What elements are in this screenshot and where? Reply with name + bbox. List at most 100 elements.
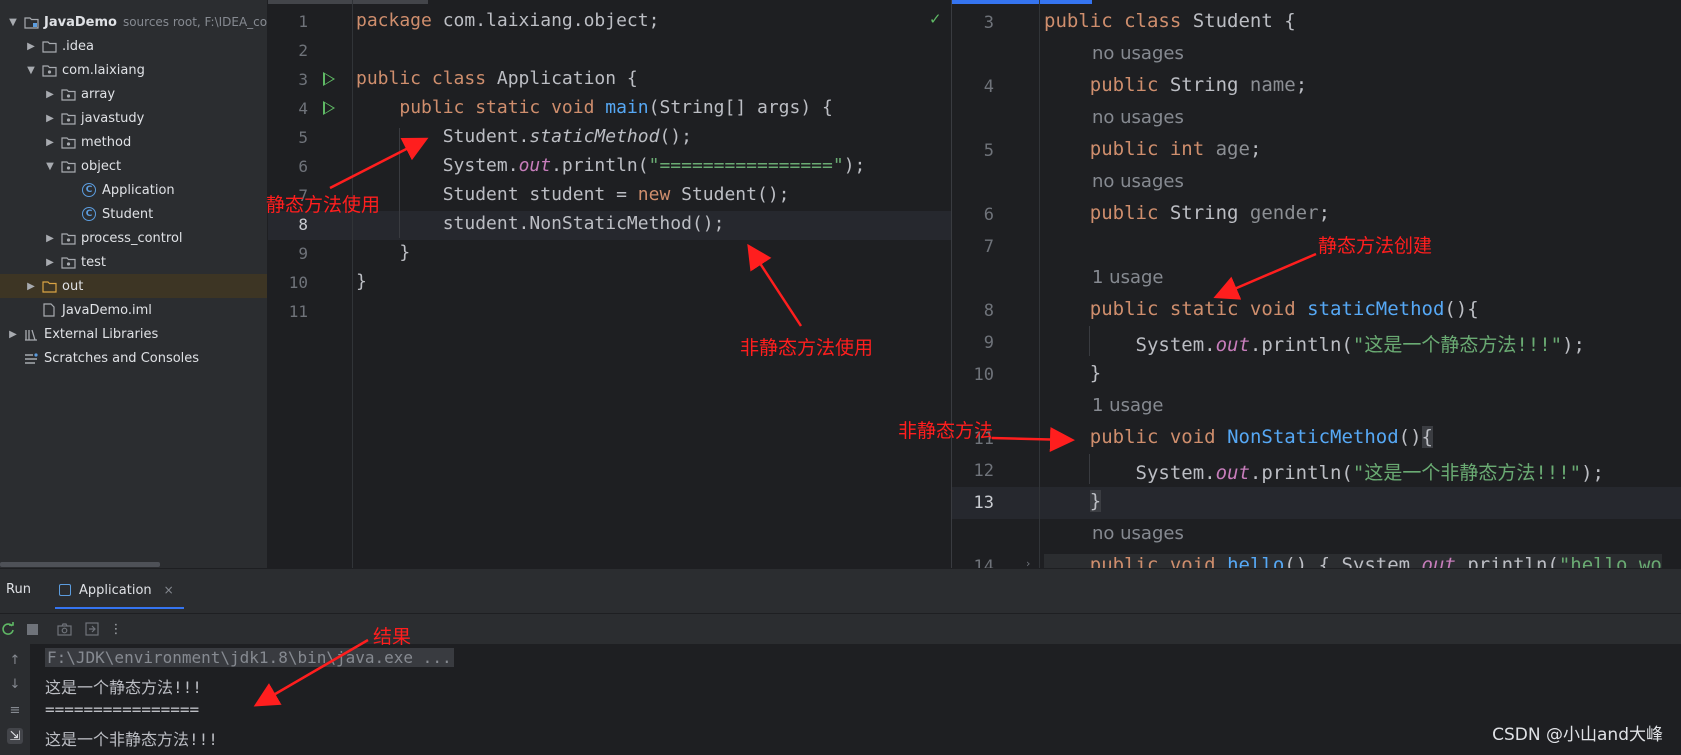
arrow-down-icon[interactable]: ↓ xyxy=(7,676,23,692)
file-icon xyxy=(41,302,57,318)
console-side-toolbar: ↑ ↓ ≡ ⇲ xyxy=(0,644,30,755)
annotation-static-use: 静态方法使用 xyxy=(266,194,381,216)
tree-item-idea[interactable]: ▶ .idea xyxy=(0,34,267,58)
console-line: ================ xyxy=(45,700,200,719)
usage-hint[interactable]: no usages xyxy=(1092,107,1184,128)
tree-item-student[interactable]: C Student xyxy=(0,202,267,226)
tree-item-process-control[interactable]: ▶ process_control xyxy=(0,226,267,250)
fold-chevron-icon[interactable]: › xyxy=(1026,557,1030,568)
folder-icon xyxy=(41,38,57,54)
restore-layout-icon[interactable] xyxy=(84,621,100,637)
gutter: 1 2 3 4 5 6 7 8 9 10 11 xyxy=(268,0,353,568)
line-number: 6 xyxy=(983,205,994,225)
tree-item-application[interactable]: C Application xyxy=(0,178,267,202)
tree-item-scratches[interactable]: Scratches and Consoles xyxy=(0,346,267,370)
editor-application[interactable]: 1 2 3 4 5 6 7 8 9 10 11 package com.laix… xyxy=(268,0,951,568)
code-line: System.out.println("这是一个非静态方法!!!"); xyxy=(1044,462,1604,484)
tree-item-hint: sources root, F:\IDEA_co xyxy=(122,15,268,29)
line-number: 10 xyxy=(288,273,308,292)
line-number: 9 xyxy=(983,333,994,353)
code-line: } xyxy=(1089,490,1102,512)
editor-tab-strip xyxy=(952,0,1681,6)
console-line: 这是一个静态方法!!! xyxy=(45,678,202,697)
tree-item-label: com.laixiang xyxy=(62,62,145,78)
rerun-icon[interactable] xyxy=(0,621,16,637)
line-number: 12 xyxy=(973,461,994,481)
code-line: System.out.println("================"); xyxy=(356,155,866,176)
code-line: public static void staticMethod(){ xyxy=(1089,298,1479,320)
close-icon[interactable]: × xyxy=(164,583,174,597)
chevron-right-icon[interactable]: ▶ xyxy=(43,135,57,149)
arrow-up-icon[interactable]: ↑ xyxy=(7,652,23,668)
application-config-icon xyxy=(59,584,71,596)
chevron-right-icon[interactable]: ▶ xyxy=(24,279,38,293)
run-class-icon[interactable] xyxy=(323,72,335,86)
tree-item-javademo-iml[interactable]: JavaDemo.iml xyxy=(0,298,267,322)
soft-wrap-icon[interactable]: ≡ xyxy=(7,702,23,718)
line-number: 6 xyxy=(298,157,308,176)
console-command-line[interactable]: F:\JDK\environment\jdk1.8\bin\java.exe .… xyxy=(45,648,454,667)
chevron-right-icon[interactable]: ▶ xyxy=(43,111,57,125)
chevron-right-icon[interactable]: ▶ xyxy=(6,327,20,341)
chevron-right-icon[interactable]: ▶ xyxy=(43,231,57,245)
line-number: 1 xyxy=(298,12,308,31)
tree-item-javastudy[interactable]: ▶ javastudy xyxy=(0,106,267,130)
camera-icon[interactable] xyxy=(56,621,72,637)
checkmark-icon[interactable]: ✓ xyxy=(929,10,942,28)
chevron-right-icon[interactable]: ▶ xyxy=(24,39,38,53)
package-icon xyxy=(60,134,76,150)
horizontal-scrollbar[interactable] xyxy=(0,562,160,567)
scroll-to-end-icon[interactable]: ⇲ xyxy=(7,728,23,744)
tree-item-com-laixiang[interactable]: ▼ com.laixiang xyxy=(0,58,267,82)
stop-icon[interactable] xyxy=(24,621,40,637)
chevron-right-icon[interactable]: ▶ xyxy=(43,255,57,269)
code-line: package com.laixiang.object; xyxy=(356,10,660,31)
tree-item-object[interactable]: ▼ object xyxy=(0,154,267,178)
chevron-down-icon[interactable]: ▼ xyxy=(43,159,57,173)
chevron-down-icon[interactable]: ▼ xyxy=(24,63,38,77)
package-icon xyxy=(60,110,76,126)
annotation-static-create: 静态方法创建 xyxy=(1318,235,1433,257)
tree-item-array[interactable]: ▶ array xyxy=(0,82,267,106)
code-line: student.NonStaticMethod(); xyxy=(356,213,725,234)
run-toolbar: ⋮ xyxy=(0,613,1681,643)
line-number: 10 xyxy=(973,365,994,385)
class-icon: C xyxy=(81,206,97,222)
usage-hint[interactable]: 1 usage xyxy=(1092,267,1164,288)
line-number: 7 xyxy=(983,237,994,257)
annotation-nonstatic: 非静态方法 xyxy=(898,420,994,442)
code-line: } xyxy=(356,242,411,263)
usage-hint[interactable]: no usages xyxy=(1092,171,1184,192)
gutter: 3 4 5 6 7 8 9 10 11 12 13 14 › xyxy=(952,0,1040,568)
tree-item-out[interactable]: ▶ out xyxy=(0,274,267,298)
tree-item-method[interactable]: ▶ method xyxy=(0,130,267,154)
usage-hint[interactable]: no usages xyxy=(1092,43,1184,64)
tab-application[interactable]: Application × xyxy=(55,573,184,609)
code-line: public void NonStaticMethod(){ xyxy=(1089,426,1433,448)
line-number-current: 8 xyxy=(298,215,308,234)
usage-hint[interactable]: no usages xyxy=(1092,523,1184,544)
package-icon xyxy=(60,86,76,102)
line-number: 4 xyxy=(298,99,308,118)
more-options-icon[interactable]: ⋮ xyxy=(108,621,124,637)
run-main-icon[interactable] xyxy=(323,101,335,115)
editor-student[interactable]: 3 4 5 6 7 8 9 10 11 12 13 14 › public cl… xyxy=(951,0,1681,568)
line-number: 9 xyxy=(298,244,308,263)
line-number: 5 xyxy=(298,128,308,147)
tree-item-external-libraries[interactable]: ▶ External Libraries xyxy=(0,322,267,346)
tree-item-test[interactable]: ▶ test xyxy=(0,250,267,274)
code-line: public class Student { xyxy=(1044,10,1296,32)
chevron-right-icon[interactable]: ▶ xyxy=(43,87,57,101)
line-number: 2 xyxy=(298,41,308,60)
chevron-down-icon[interactable]: ▼ xyxy=(6,15,20,29)
tree-item-javademo[interactable]: ▼ JavaDemo sources root, F:\IDEA_co xyxy=(0,10,268,34)
console-output[interactable]: ↑ ↓ ≡ ⇲ F:\JDK\environment\jdk1.8\bin\ja… xyxy=(0,644,1681,755)
tree-item-label: out xyxy=(62,278,84,294)
run-panel-title: Run xyxy=(6,582,31,597)
usage-hint[interactable]: 1 usage xyxy=(1092,395,1164,416)
scratches-icon xyxy=(23,350,39,366)
code-line: Student student = new Student(); xyxy=(356,184,790,205)
tree-item-label: process_control xyxy=(81,230,183,246)
project-tree: ▼ JavaDemo sources root, F:\IDEA_co ▶ .i… xyxy=(0,0,268,568)
console-line: 这是一个非静态方法!!! xyxy=(45,730,218,749)
